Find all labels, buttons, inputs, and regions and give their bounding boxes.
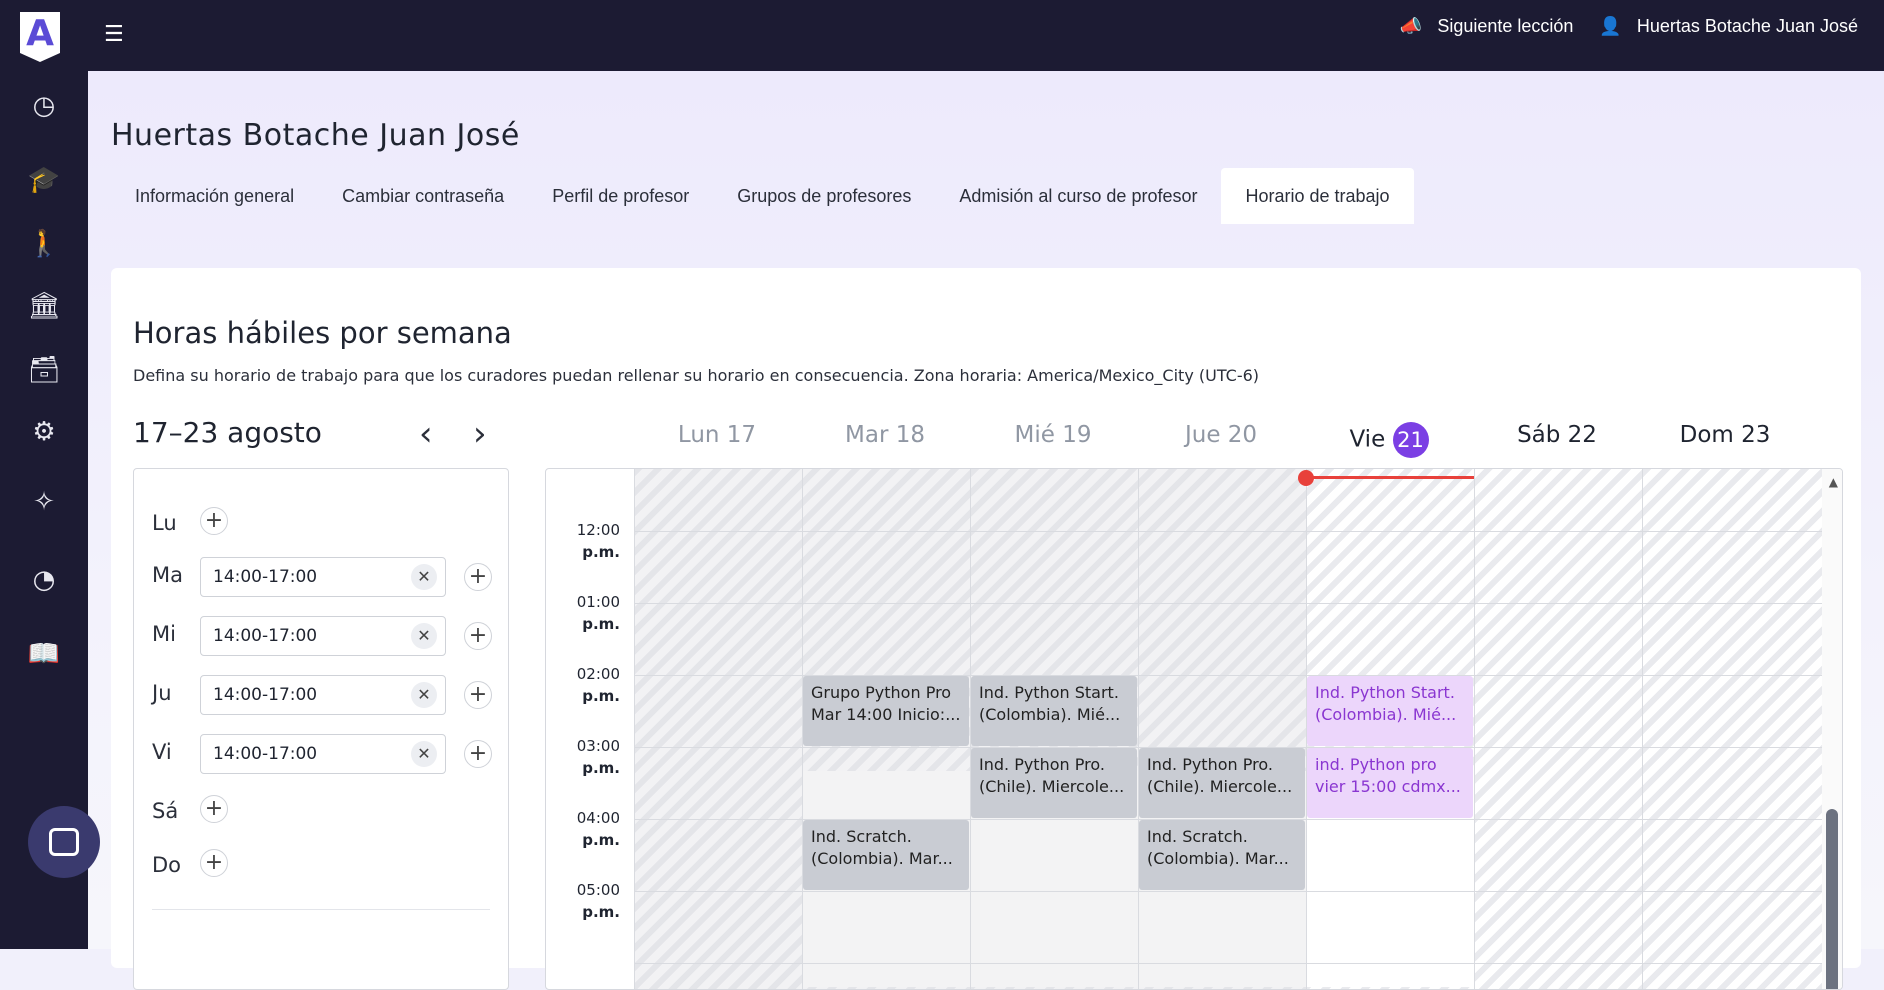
add-slot-button[interactable]: + bbox=[464, 740, 492, 768]
app-logo[interactable]: A bbox=[20, 12, 60, 62]
calendar-event[interactable]: Ind. Scratch. (Colombia). Mar... bbox=[1139, 820, 1305, 890]
calendar-event[interactable]: Ind. Python Start. (Colombia). Mié... bbox=[971, 676, 1137, 746]
calendar-scrollbar[interactable]: ▲ bbox=[1822, 469, 1842, 989]
graduation-cap-icon[interactable]: 🎓 bbox=[24, 160, 64, 200]
calendar-event[interactable]: Ind. Python Pro. (Chile). Miercole... bbox=[971, 748, 1137, 818]
chat-icon bbox=[49, 828, 79, 856]
time-label: 05:00 p.m. bbox=[576, 881, 620, 921]
day-label: Ma bbox=[152, 563, 183, 587]
calendar-event[interactable]: Ind. Scratch. (Colombia). Mar... bbox=[803, 820, 969, 890]
day-label: Sá bbox=[152, 799, 179, 823]
time-slot-field[interactable]: 14:00-17:00 ✕ bbox=[200, 557, 446, 597]
add-slot-button[interactable]: + bbox=[200, 507, 228, 535]
add-slot-button[interactable]: + bbox=[464, 681, 492, 709]
time-label: 04:00 p.m. bbox=[576, 809, 620, 849]
day-label: Lu bbox=[152, 511, 177, 535]
weekly-hours-panel: Lu + Ma 14:00-17:00 ✕ + Mi 14:00-17:00 ✕… bbox=[133, 468, 509, 990]
calendar-event[interactable]: Grupo Python Pro Mar 14:00 Inicio:... bbox=[803, 676, 969, 746]
next-lesson-link[interactable]: 📣 Siguiente lección bbox=[1400, 16, 1574, 37]
day-header-fri: Vie 21 bbox=[1305, 422, 1473, 458]
day-label: Mi bbox=[152, 622, 176, 646]
day-header-sat: Sáb 22 bbox=[1517, 422, 1597, 448]
archive-icon[interactable]: 🗃 bbox=[24, 350, 64, 390]
tab-course-admission[interactable]: Admisión al curso de profesor bbox=[935, 168, 1221, 224]
time-slot-field[interactable]: 14:00-17:00 ✕ bbox=[200, 616, 446, 656]
close-icon[interactable]: ✕ bbox=[411, 682, 437, 708]
book-icon[interactable]: 📖 bbox=[24, 634, 64, 674]
close-icon[interactable]: ✕ bbox=[411, 623, 437, 649]
day-header-thu: Jue 20 bbox=[1184, 422, 1258, 448]
day-header-sun: Dom 23 bbox=[1679, 422, 1771, 448]
scroll-up-icon[interactable]: ▲ bbox=[1829, 475, 1838, 489]
current-time-line bbox=[1306, 476, 1474, 479]
clock-icon[interactable]: ◷ bbox=[24, 86, 64, 126]
add-slot-button[interactable]: + bbox=[200, 849, 228, 877]
time-label: 03:00 p.m. bbox=[576, 737, 620, 777]
building-icon[interactable]: 🏛 bbox=[24, 286, 64, 326]
current-time-dot bbox=[1298, 470, 1314, 486]
time-label: 02:00 p.m. bbox=[576, 665, 620, 705]
profile-tabs: Información general Cambiar contraseña P… bbox=[111, 168, 1414, 224]
tab-change-password[interactable]: Cambiar contraseña bbox=[318, 168, 528, 224]
time-slot-field[interactable]: 14:00-17:00 ✕ bbox=[200, 675, 446, 715]
work-hours-card: Horas hábiles por semana Defina su horar… bbox=[111, 268, 1861, 990]
today-badge: 21 bbox=[1392, 422, 1429, 458]
card-description: Defina su horario de trabajo para que lo… bbox=[133, 366, 1260, 385]
next-week-button[interactable]: › bbox=[473, 414, 487, 454]
page-title: Huertas Botache Juan José bbox=[111, 118, 520, 153]
add-slot-button[interactable]: + bbox=[464, 622, 492, 650]
calendar-event[interactable]: Ind. Python Start. (Colombia). Mié... bbox=[1307, 676, 1473, 746]
time-slot-field[interactable]: 14:00-17:00 ✕ bbox=[200, 734, 446, 774]
student-icon[interactable]: 🚶 bbox=[24, 224, 64, 264]
day-header-wed: Mié 19 bbox=[1014, 422, 1092, 448]
chat-widget-button[interactable] bbox=[28, 806, 100, 878]
gear-icon[interactable]: ⚙ bbox=[24, 412, 64, 452]
day-header-mon: Lun 17 bbox=[677, 422, 757, 448]
sidebar: A ◷ 🎓 🚶 🏛 🗃 ⚙ ✧ ◔ 📖 bbox=[0, 0, 88, 949]
day-label: Vi bbox=[152, 740, 172, 764]
day-header-tue: Mar 18 bbox=[845, 422, 925, 448]
close-icon[interactable]: ✕ bbox=[411, 564, 437, 590]
divider bbox=[152, 909, 490, 910]
tab-general-info[interactable]: Información general bbox=[111, 168, 318, 224]
calendar-event[interactable]: ind. Python pro vier 15:00 cdmx... bbox=[1307, 748, 1473, 818]
tab-teacher-profile[interactable]: Perfil de profesor bbox=[528, 168, 713, 224]
menu-icon[interactable]: ☰ bbox=[104, 22, 124, 47]
time-label: 01:00 p.m. bbox=[576, 593, 620, 633]
top-bar: ☰ 📣 Siguiente lección 👤 Huertas Botache … bbox=[88, 0, 1884, 71]
week-range: 17–23 agosto bbox=[133, 416, 322, 449]
calendar-event[interactable]: Ind. Python Pro. (Chile). Miercole... bbox=[1139, 748, 1305, 818]
magic-wand-icon[interactable]: ✧ bbox=[24, 482, 64, 522]
card-title: Horas hábiles por semana bbox=[133, 316, 512, 350]
close-icon[interactable]: ✕ bbox=[411, 741, 437, 767]
day-label: Ju bbox=[152, 681, 172, 705]
week-calendar: 12:00 p.m. 01:00 p.m. 02:00 p.m. 03:00 p.m. … bbox=[545, 468, 1843, 990]
time-label: 12:00 p.m. bbox=[576, 521, 620, 561]
add-slot-button[interactable]: + bbox=[200, 795, 228, 823]
scrollbar-thumb[interactable] bbox=[1826, 809, 1838, 989]
prev-week-button[interactable]: ‹ bbox=[419, 414, 433, 454]
pie-chart-icon[interactable]: ◔ bbox=[24, 560, 64, 600]
day-label: Do bbox=[152, 853, 182, 877]
add-slot-button[interactable]: + bbox=[464, 563, 492, 591]
user-icon: 👤 bbox=[1599, 16, 1622, 36]
tab-teacher-groups[interactable]: Grupos de profesores bbox=[713, 168, 935, 224]
user-menu[interactable]: 👤 Huertas Botache Juan José bbox=[1599, 16, 1858, 37]
tab-work-schedule[interactable]: Horario de trabajo bbox=[1221, 168, 1414, 224]
megaphone-icon: 📣 bbox=[1399, 16, 1423, 36]
